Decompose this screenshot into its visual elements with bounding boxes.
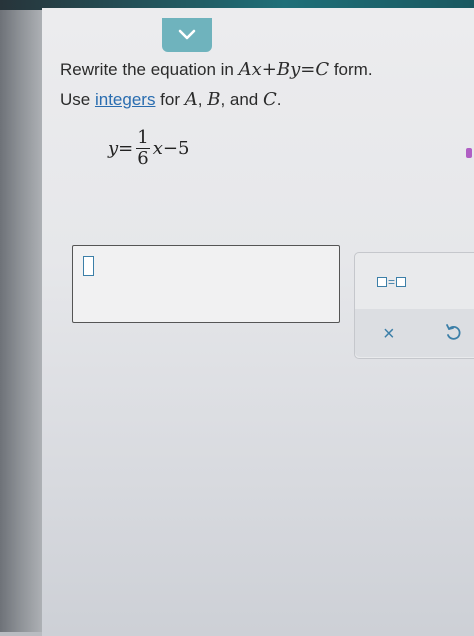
question-text-part: Use — [60, 90, 95, 109]
template-equals: = — [388, 275, 396, 289]
question-text-part: form. — [329, 60, 373, 79]
clear-button[interactable]: × — [383, 323, 395, 346]
question-text-part: for — [155, 90, 185, 109]
equation-constant: −5 — [162, 138, 190, 159]
form-expression: Ax+By=C — [238, 59, 330, 80]
var-b: B — [207, 89, 221, 110]
fraction-denominator: 6 — [137, 148, 149, 169]
separator: , and — [220, 90, 263, 109]
question-text: Rewrite the equation in Ax+By=C form. Us… — [60, 55, 440, 115]
period: . — [276, 90, 282, 109]
equation-template-button[interactable]: = — [377, 275, 407, 289]
equation-variable: x — [152, 138, 163, 159]
question-line-2: Use integers for A, B, and C. — [60, 85, 440, 115]
input-cursor-box[interactable] — [83, 256, 94, 276]
chevron-down-icon — [178, 29, 196, 40]
undo-icon — [446, 324, 461, 340]
fraction: 1 6 — [135, 128, 150, 169]
var-a: A — [184, 89, 198, 110]
device-bezel — [0, 0, 44, 632]
equation-lhs: y — [108, 138, 119, 159]
answer-input[interactable] — [72, 245, 340, 323]
collapse-tab[interactable] — [162, 18, 212, 52]
edge-marker — [466, 148, 472, 158]
math-toolbar: = × — [354, 252, 474, 359]
integers-link[interactable]: integers — [95, 90, 155, 109]
var-c: C — [262, 89, 277, 110]
separator: , — [197, 90, 208, 109]
equation-equals: = — [118, 138, 134, 159]
template-box-icon — [377, 277, 387, 287]
fraction-numerator: 1 — [137, 127, 149, 148]
template-box-icon — [396, 277, 407, 287]
question-line-1: Rewrite the equation in Ax+By=C form. — [60, 55, 440, 85]
given-equation: y = 1 6 x −5 — [108, 128, 189, 169]
question-text-part: Rewrite the equation in — [60, 60, 239, 79]
undo-button[interactable] — [445, 323, 461, 346]
